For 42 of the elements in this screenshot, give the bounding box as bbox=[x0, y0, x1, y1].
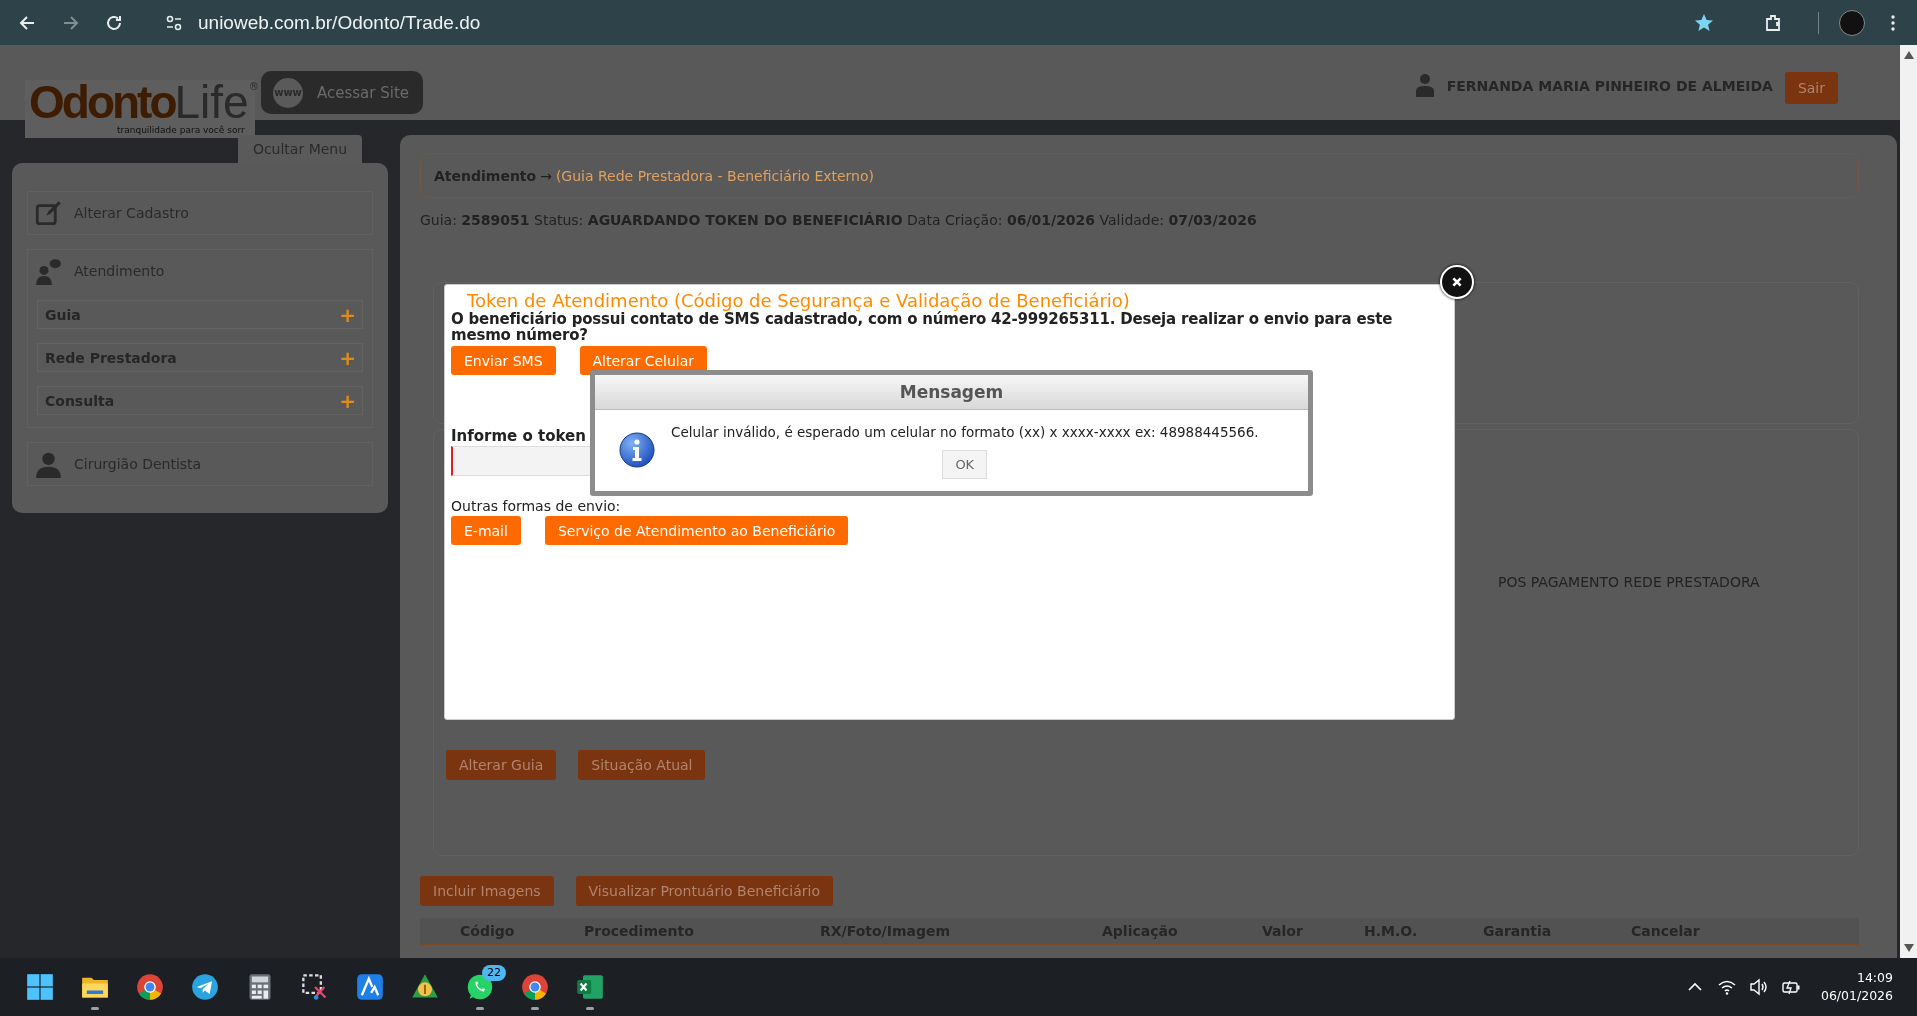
sms-button[interactable]: Enviar SMS bbox=[451, 346, 556, 375]
modal-title: Token de Atendimento (Código de Segurança e Validação de Beneficiário) bbox=[466, 290, 1131, 311]
clock-date[interactable]: 06/01/2026 bbox=[1820, 987, 1893, 1005]
paper-plane-icon[interactable] bbox=[191, 973, 219, 1001]
scrollbar[interactable] bbox=[1900, 45, 1917, 958]
scissors-icon[interactable] bbox=[301, 973, 329, 1001]
bookmark-star-icon[interactable] bbox=[1694, 12, 1714, 33]
scroll-up-icon[interactable] bbox=[1903, 51, 1914, 59]
url-text[interactable]: unioweb.com.br/Odonto/Trade.do bbox=[198, 11, 481, 34]
browser-icon[interactable] bbox=[521, 973, 549, 1001]
user-icon bbox=[1414, 73, 1435, 97]
action-button[interactable]: Incluir Imagens bbox=[420, 876, 554, 906]
logout-button[interactable]: Sair bbox=[1784, 72, 1838, 104]
calculator-icon[interactable] bbox=[246, 973, 274, 1001]
coin-chart-icon[interactable] bbox=[411, 973, 439, 1001]
action-button[interactable]: Alterar Guia bbox=[446, 750, 557, 780]
token-label: Informe o token bbox=[451, 427, 586, 445]
ok-button[interactable]: OK bbox=[942, 450, 988, 479]
dialog-title: Mensagem bbox=[595, 375, 1308, 410]
clock-time[interactable]: 14:09 bbox=[1856, 969, 1893, 987]
windows-start-icon[interactable] bbox=[26, 973, 54, 1001]
person-icon bbox=[35, 450, 62, 478]
breadcrumb-arrow: → bbox=[540, 167, 552, 184]
app-icon[interactable] bbox=[356, 973, 384, 1001]
breadcrumb-current: (Guia Rede Prestadora - Beneficiário Externo) bbox=[555, 167, 875, 184]
info-icon bbox=[619, 432, 655, 468]
volume-icon[interactable] bbox=[1748, 977, 1769, 997]
send-option-button[interactable]: E-mail bbox=[451, 516, 521, 545]
browser-icon[interactable] bbox=[136, 973, 164, 1001]
action-button[interactable]: Visualizar Prontuário Beneficiário bbox=[575, 876, 833, 906]
edit-icon bbox=[35, 199, 62, 227]
dialog-message: Celular inválido, é esperado um celular no formato (xx) x xxxx-xxxx ex: 48988445566. bbox=[671, 424, 1259, 440]
person-speech-icon bbox=[35, 257, 62, 285]
breadcrumb-root: Atendimento bbox=[434, 167, 537, 184]
send-option-button[interactable]: Serviço de Atendimento ao Beneficiário bbox=[544, 516, 849, 545]
profile-avatar[interactable] bbox=[1839, 9, 1865, 36]
other-methods-label: Outras formas de envio: bbox=[451, 498, 622, 514]
notification-badge: 22 bbox=[482, 965, 506, 981]
action-button[interactable]: Situação Atual bbox=[578, 750, 706, 780]
modal-question: O beneficiário possui contato de SMS cadastrado, com o número 42-999265311. Deseja realizar o envio para este mesmo número? bbox=[451, 311, 1394, 343]
scroll-down-icon[interactable] bbox=[1903, 944, 1914, 952]
spreadsheet-icon[interactable] bbox=[576, 973, 604, 1001]
